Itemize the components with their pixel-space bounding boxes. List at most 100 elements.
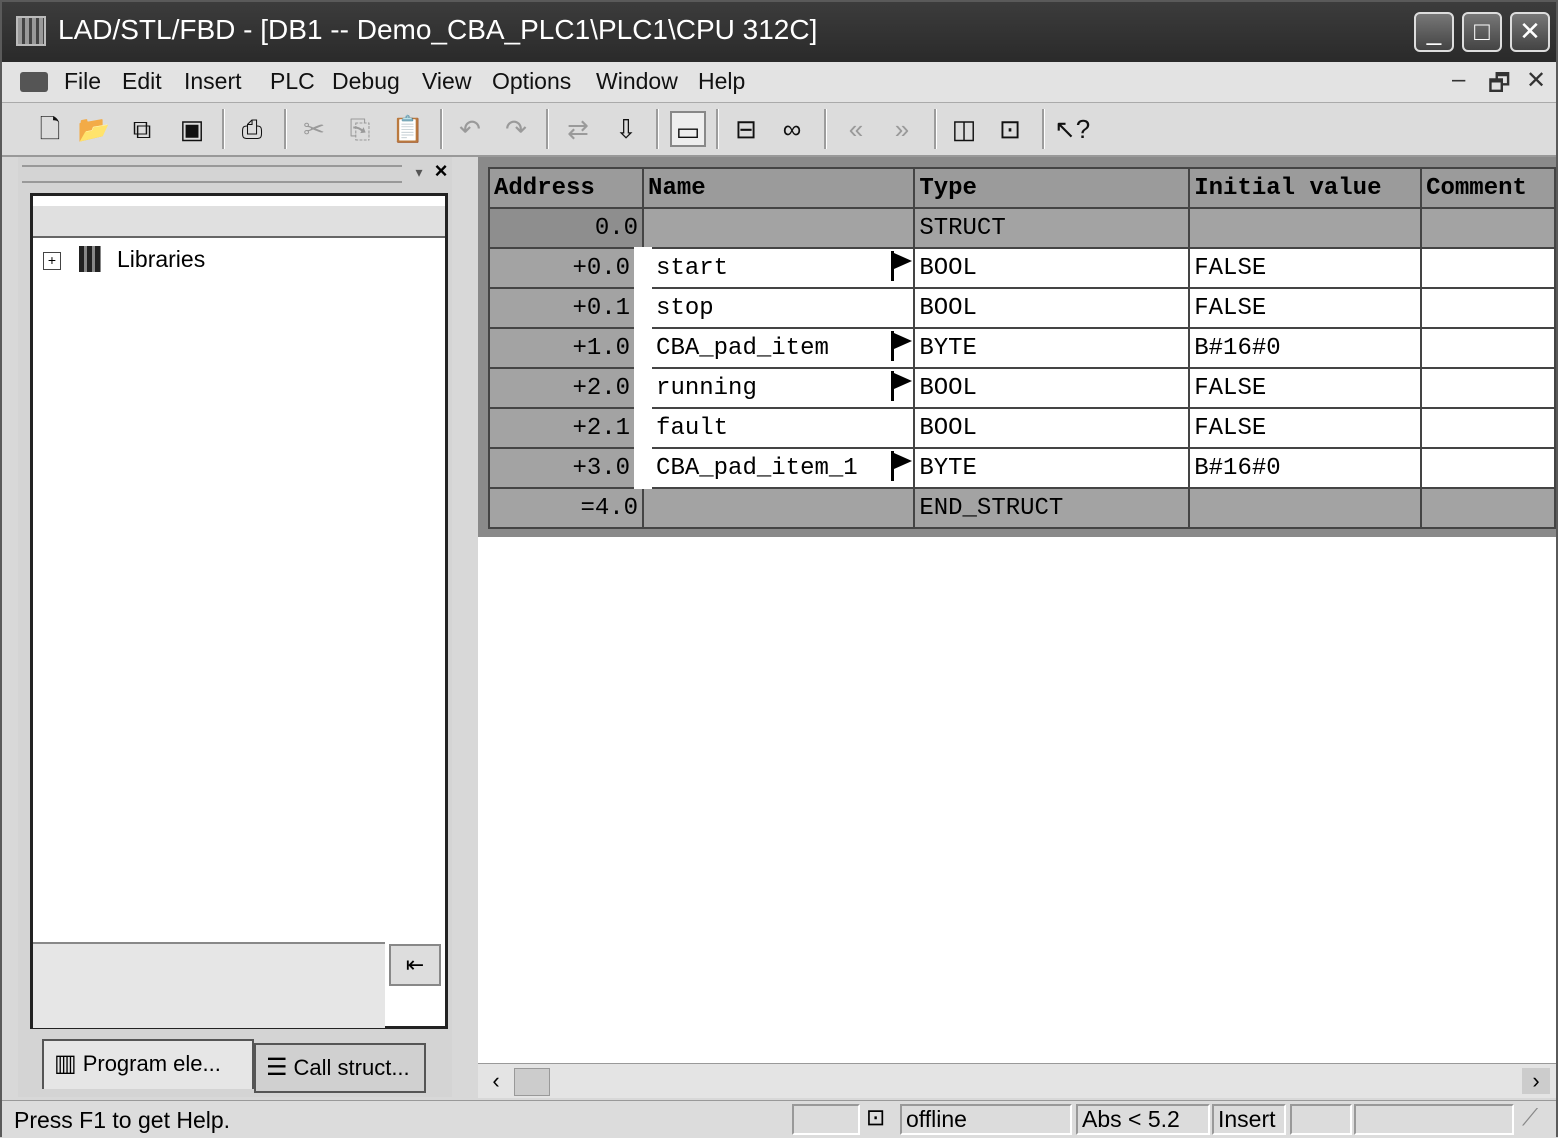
address-cell[interactable]: +2.1 xyxy=(487,407,645,449)
panel-gripper[interactable] xyxy=(22,165,402,183)
initial-value-cell[interactable]: FALSE xyxy=(1188,367,1423,409)
paste-icon[interactable]: 📋 xyxy=(390,111,426,147)
comment-cell[interactable] xyxy=(1420,447,1556,489)
type-cell[interactable]: BYTE xyxy=(913,447,1191,489)
undo-icon[interactable]: ↶ xyxy=(452,111,488,147)
table-row[interactable]: +0.0 start BOOL FALSE xyxy=(487,247,1556,289)
scroll-thumb[interactable] xyxy=(514,1068,550,1096)
name-cell[interactable]: running xyxy=(634,367,916,409)
type-cell[interactable]: END_STRUCT xyxy=(913,487,1191,529)
comment-cell[interactable] xyxy=(1420,487,1556,529)
panel-dropdown-icon[interactable]: ▾ xyxy=(408,161,430,183)
menu-edit[interactable]: Edit xyxy=(122,68,162,95)
next-icon[interactable]: » xyxy=(884,111,920,147)
prev-icon[interactable]: « xyxy=(838,111,874,147)
table-row[interactable]: +1.0 CBA_pad_item BYTE B#16#0 xyxy=(487,327,1556,369)
name-cell[interactable]: stop xyxy=(634,287,916,329)
menu-insert[interactable]: Insert xyxy=(184,68,242,95)
download-icon[interactable]: ⇩ xyxy=(608,111,644,147)
menu-options[interactable]: Options xyxy=(492,68,571,95)
type-cell[interactable]: BOOL xyxy=(913,287,1191,329)
table-row[interactable]: =4.0 END_STRUCT xyxy=(487,487,1556,529)
menu-debug[interactable]: Debug xyxy=(332,68,400,95)
menu-view[interactable]: View xyxy=(422,68,471,95)
cut-icon[interactable]: ✂ xyxy=(296,111,332,147)
call-structure-icon: ☰ xyxy=(266,1054,288,1081)
accessible-nodes-icon[interactable]: ⧉ xyxy=(124,111,160,147)
resize-grip-icon[interactable]: ⟋ xyxy=(1518,1104,1554,1135)
type-cell[interactable]: STRUCT xyxy=(913,207,1191,249)
name-cell[interactable]: CBA_pad_item_1 xyxy=(634,447,916,489)
new-icon[interactable]: 🗋 xyxy=(32,111,68,147)
comment-cell[interactable] xyxy=(1420,247,1556,289)
comment-cell[interactable] xyxy=(1420,207,1556,249)
monitor-icon[interactable]: ⊟ xyxy=(728,111,764,147)
name-cell[interactable] xyxy=(642,487,916,529)
menu-window[interactable]: Window xyxy=(596,68,678,95)
document-menu-icon[interactable] xyxy=(20,72,48,92)
program-elements-panel: ▾ × + Libraries ⇤ ▥ Program ele... ☰ Call … xyxy=(18,157,452,1097)
table-row[interactable]: +2.0 running BOOL FALSE xyxy=(487,367,1556,409)
table-row[interactable]: 0.0 STRUCT xyxy=(487,207,1556,249)
print-icon[interactable]: ⎙ xyxy=(234,111,270,147)
help-pointer-icon[interactable]: ↖? xyxy=(1054,111,1090,147)
panel-close-icon[interactable]: × xyxy=(430,159,452,183)
redo-icon[interactable]: ↷ xyxy=(498,111,534,147)
name-cell[interactable]: start xyxy=(634,247,916,289)
initial-value-cell[interactable]: FALSE xyxy=(1188,407,1423,449)
address-cell[interactable]: +3.0 xyxy=(487,447,645,489)
comment-cell[interactable] xyxy=(1420,407,1556,449)
name-cell[interactable] xyxy=(642,207,916,249)
name-cell[interactable]: CBA_pad_item xyxy=(634,327,916,369)
menu-plc[interactable]: PLC xyxy=(270,68,315,95)
type-cell[interactable]: BOOL xyxy=(913,367,1191,409)
scroll-left-icon[interactable]: ‹ xyxy=(482,1068,510,1094)
initial-value-cell[interactable]: B#16#0 xyxy=(1188,327,1423,369)
insert-element-button[interactable]: ⇤ xyxy=(389,944,441,986)
menu-file[interactable]: File xyxy=(64,68,101,95)
table-row[interactable]: +0.1 stop BOOL FALSE xyxy=(487,287,1556,329)
copy-icon[interactable]: ⎘ xyxy=(342,111,378,147)
tab-call-structure[interactable]: ☰ Call struct... xyxy=(254,1043,426,1093)
type-cell[interactable]: BOOL xyxy=(913,407,1191,449)
load-icon[interactable]: ⇄ xyxy=(560,111,596,147)
type-cell[interactable]: BOOL xyxy=(913,247,1191,289)
address-cell[interactable]: =4.0 xyxy=(487,487,645,529)
type-cell[interactable]: BYTE xyxy=(913,327,1191,369)
initial-value-cell[interactable]: B#16#0 xyxy=(1188,447,1423,489)
initial-value-cell[interactable] xyxy=(1188,487,1423,529)
address-cell[interactable]: 0.0 xyxy=(487,207,645,249)
minimize-button[interactable]: _ xyxy=(1414,12,1454,52)
comment-cell[interactable] xyxy=(1420,287,1556,329)
glasses-icon[interactable]: ∞ xyxy=(774,111,810,147)
horizontal-scrollbar[interactable]: ‹ › xyxy=(478,1063,1556,1098)
expand-icon[interactable]: + xyxy=(43,252,61,270)
mdi-close-button[interactable]: ✕ xyxy=(1526,66,1546,95)
menu-help[interactable]: Help xyxy=(698,68,745,95)
libraries-icon xyxy=(79,246,101,272)
overview-icon[interactable]: ▭ xyxy=(670,111,706,147)
close-button[interactable]: ✕ xyxy=(1510,12,1550,52)
address-cell[interactable]: +1.0 xyxy=(487,327,645,369)
maximize-button[interactable]: □ xyxy=(1462,12,1502,52)
name-cell[interactable]: fault xyxy=(634,407,916,449)
scroll-right-icon[interactable]: › xyxy=(1522,1068,1550,1094)
open-icon[interactable]: 📂 xyxy=(76,111,112,147)
table-row[interactable]: +3.0 CBA_pad_item_1 BYTE B#16#0 xyxy=(487,447,1556,489)
mdi-restore-button[interactable]: 🗗 xyxy=(1488,66,1511,107)
save-icon[interactable]: ▣ xyxy=(174,111,210,147)
comment-cell[interactable] xyxy=(1420,367,1556,409)
initial-value-cell[interactable]: FALSE xyxy=(1188,287,1423,329)
address-cell[interactable]: +2.0 xyxy=(487,367,645,409)
mdi-minimize-button[interactable]: – xyxy=(1452,66,1465,94)
initial-value-cell[interactable]: FALSE xyxy=(1188,247,1423,289)
tree-item-libraries[interactable]: Libraries xyxy=(117,246,205,273)
window-icon[interactable]: ◫ xyxy=(946,111,982,147)
address-cell[interactable]: +0.0 xyxy=(487,247,645,289)
zoom-icon[interactable]: ⊡ xyxy=(992,111,1028,147)
initial-value-cell[interactable] xyxy=(1188,207,1423,249)
address-cell[interactable]: +0.1 xyxy=(487,287,645,329)
comment-cell[interactable] xyxy=(1420,327,1556,369)
tab-program-elements[interactable]: ▥ Program ele... xyxy=(42,1039,254,1089)
table-row[interactable]: +2.1 fault BOOL FALSE xyxy=(487,407,1556,449)
